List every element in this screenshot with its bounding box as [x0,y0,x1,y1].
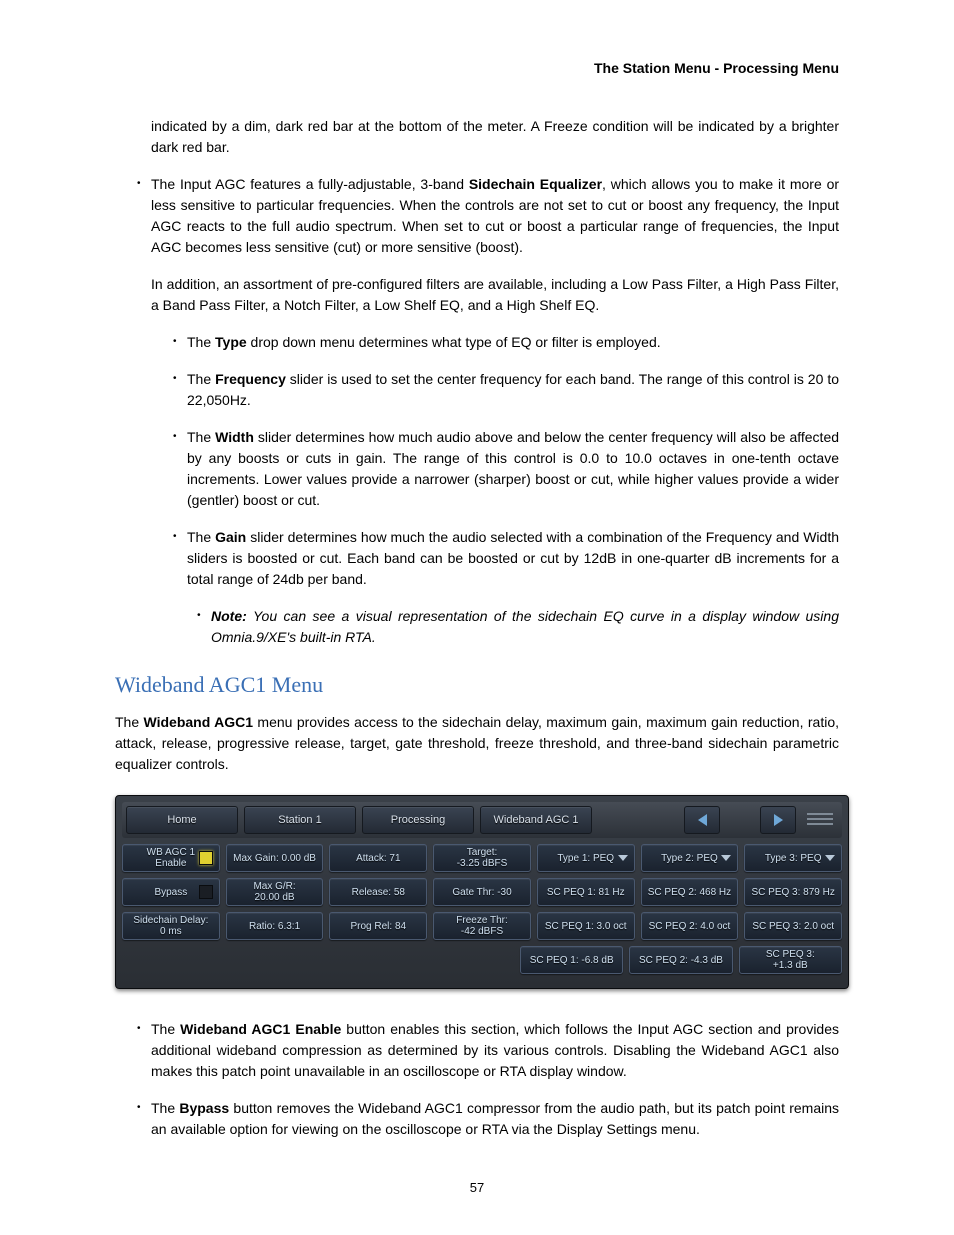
type2-dropdown[interactable]: Type 2: PEQ [641,844,739,872]
paragraph: The Input AGC features a fully-adjustabl… [151,174,839,258]
chevron-right-icon [774,814,783,826]
prog-release-slider[interactable]: Prog Rel: 84 [329,912,427,940]
freeze-threshold-slider[interactable]: Freeze Thr: -42 dBFS [433,912,531,940]
breadcrumb-home[interactable]: Home [126,806,238,834]
section-intro: The Wideband AGC1 menu provides access t… [115,712,839,775]
bullet-enable: The Wideband AGC1 Enable button enables … [151,1019,839,1082]
note: Note: You can see a visual representatio… [211,606,839,648]
scpeq2-freq-slider[interactable]: SC PEQ 2: 468 Hz [641,878,739,906]
scpeq2-width-slider[interactable]: SC PEQ 2: 4.0 oct [641,912,739,940]
bullet-type: The Type drop down menu determines what … [187,332,839,353]
bullet-gain: The Gain slider determines how much the … [187,527,839,590]
scpeq1-width-slider[interactable]: SC PEQ 1: 3.0 oct [537,912,635,940]
indicator-off-icon [199,885,213,899]
type1-dropdown[interactable]: Type 1: PEQ [537,844,635,872]
menu-icon[interactable] [802,806,838,832]
section-heading: Wideband AGC1 Menu [115,672,839,698]
type3-dropdown[interactable]: Type 3: PEQ [744,844,842,872]
scpeq1-freq-slider[interactable]: SC PEQ 1: 81 Hz [537,878,635,906]
sidechain-delay-slider[interactable]: Sidechain Delay: 0 ms [122,912,220,940]
wb-agc1-enable-toggle[interactable]: WB AGC 1 Enable [122,844,220,872]
ratio-slider[interactable]: Ratio: 6.3:1 [226,912,324,940]
bullet-frequency: The Frequency slider is used to set the … [187,369,839,411]
paragraph: indicated by a dim, dark red bar at the … [151,116,839,158]
scpeq3-freq-slider[interactable]: SC PEQ 3: 879 Hz [744,878,842,906]
indicator-on-icon [199,851,213,865]
page-header: The Station Menu - Processing Menu [115,60,839,76]
chevron-down-icon [618,855,628,861]
breadcrumb-row: Home Station 1 Processing Wideband AGC 1 [122,802,842,838]
breadcrumb-station[interactable]: Station 1 [244,806,356,834]
bullet-width: The Width slider determines how much aud… [187,427,839,511]
scpeq3-gain-slider[interactable]: SC PEQ 3: +1.3 dB [739,946,842,974]
paragraph: In addition, an assortment of pre-config… [151,274,839,316]
breadcrumb-processing[interactable]: Processing [362,806,474,834]
scpeq2-gain-slider[interactable]: SC PEQ 2: -4.3 dB [629,946,732,974]
nav-prev-button[interactable] [684,806,720,834]
target-slider[interactable]: Target: -3.25 dBFS [433,844,531,872]
max-gr-slider[interactable]: Max G/R: 20.00 dB [226,878,324,906]
release-slider[interactable]: Release: 58 [329,878,427,906]
page-number: 57 [115,1180,839,1195]
nav-next-button[interactable] [760,806,796,834]
bypass-toggle[interactable]: Bypass [122,878,220,906]
gate-threshold-slider[interactable]: Gate Thr: -30 [433,878,531,906]
breadcrumb-wideband-agc1[interactable]: Wideband AGC 1 [480,806,592,834]
ui-panel-wideband-agc1: Home Station 1 Processing Wideband AGC 1… [115,795,849,989]
attack-slider[interactable]: Attack: 71 [329,844,427,872]
scpeq1-gain-slider[interactable]: SC PEQ 1: -6.8 dB [520,946,623,974]
chevron-down-icon [721,855,731,861]
bullet-bypass: The Bypass button removes the Wideband A… [151,1098,839,1140]
chevron-down-icon [825,855,835,861]
scpeq3-width-slider[interactable]: SC PEQ 3: 2.0 oct [744,912,842,940]
chevron-left-icon [698,814,707,826]
max-gain-slider[interactable]: Max Gain: 0.00 dB [226,844,324,872]
